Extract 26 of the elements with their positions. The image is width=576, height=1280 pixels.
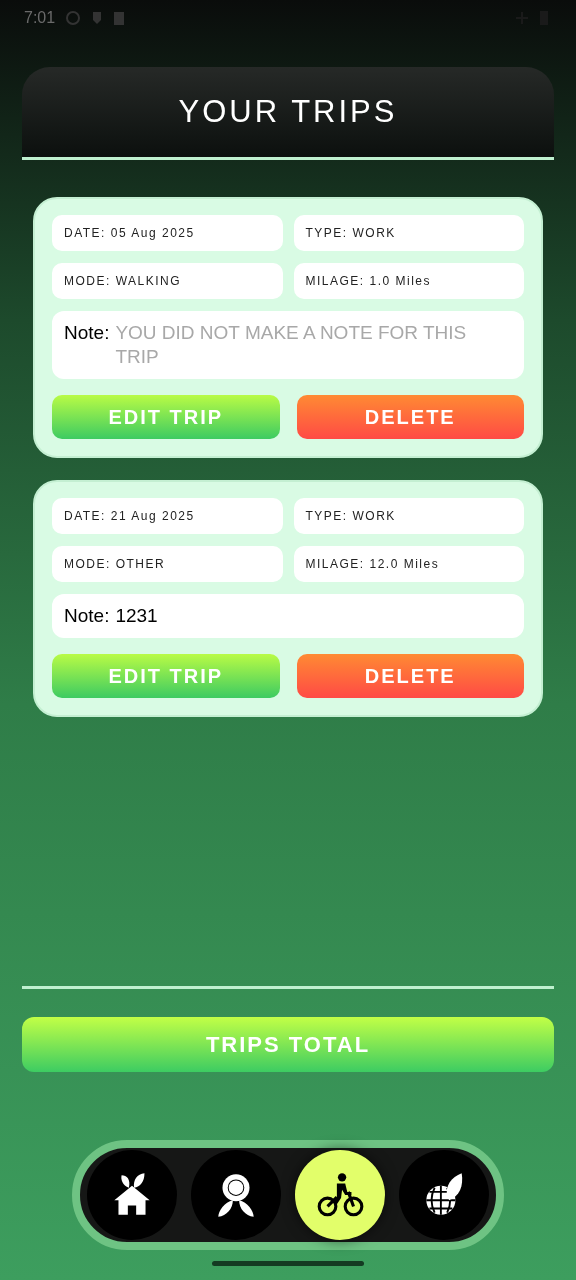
note-input-field[interactable]: Note: 1231 [52,594,524,638]
delete-button[interactable]: DELETE [296,654,524,698]
trips-total-button[interactable]: TRIPS TOTAL [22,1017,554,1072]
alarm-icon [65,10,82,26]
edit-trip-button[interactable]: EDIT TRIP [52,395,280,439]
nav-tab[interactable] [399,1150,489,1240]
note-label: Note: [64,604,110,628]
type-field: TYPE: WORK [293,215,524,251]
status-time: 7:01 [24,8,56,28]
note-input-field[interactable]: Note: YOU DID NOT MAKE A NOTE FOR THIS TRIP [52,311,524,379]
milage-field: MILAGE: 12.0 Miles [293,546,524,582]
page-title: YOUR TRIPS [178,92,398,131]
milage-field: MILAGE: 1.0 Miles [293,263,524,299]
nav-tab[interactable] [87,1150,177,1240]
date-field: DATE: 05 Aug 2025 [52,215,283,251]
date-field: DATE: 21 Aug 2025 [52,498,283,534]
sim-card-icon [113,10,126,26]
delete-button[interactable]: DELETE [296,395,524,439]
shield-icon [91,10,104,26]
mode-field: MODE: WALKING [52,263,283,299]
edit-trip-button[interactable]: EDIT TRIP [52,654,280,698]
mode-field: MODE: OTHER [52,546,283,582]
note-label: Note: [64,321,110,345]
type-field: TYPE: WORK [293,498,524,534]
note-placeholder: YOU DID NOT MAKE A NOTE FOR THIS TRIP [115,321,468,369]
note-text: 1231 [115,604,158,628]
